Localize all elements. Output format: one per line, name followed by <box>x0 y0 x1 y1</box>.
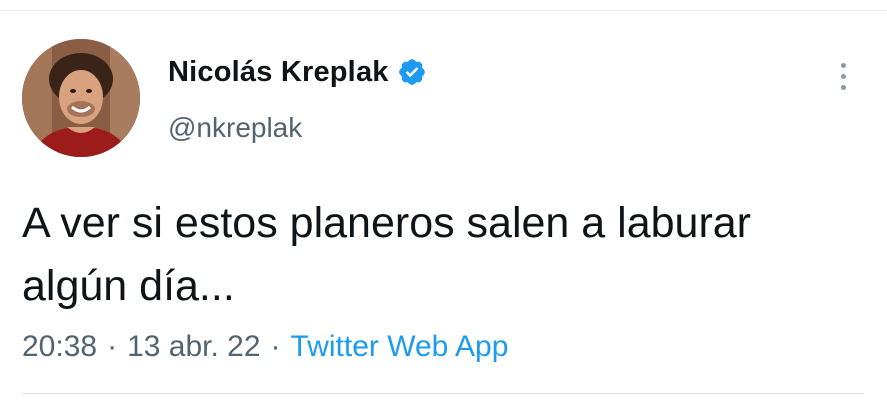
separator: · <box>107 330 118 363</box>
avatar-photo <box>22 39 140 157</box>
separator: · <box>270 330 281 363</box>
more-vertical-icon[interactable] <box>830 56 856 96</box>
tweet-time[interactable]: 20:38 <box>22 330 97 364</box>
verified-badge-icon <box>397 57 427 87</box>
display-name[interactable]: Nicolás Kreplak <box>168 56 389 89</box>
tweet-meta: 20:38 · 13 abr. 22 · Twitter Web App <box>22 328 508 366</box>
bottom-divider <box>22 393 864 394</box>
tweet-text: A ver si estos planeros salen a laburar … <box>22 192 872 318</box>
tweet-date[interactable]: 13 abr. 22 <box>127 330 260 364</box>
top-divider <box>0 10 887 11</box>
tweet-text-line-2: algún día... <box>22 262 235 310</box>
avatar[interactable] <box>22 39 140 157</box>
author-name-row: Nicolás Kreplak <box>168 52 427 92</box>
tweet-source-link[interactable]: Twitter Web App <box>291 330 509 364</box>
user-handle[interactable]: @nkreplak <box>168 112 302 144</box>
tweet-text-line-1: A ver si estos planeros salen a laburar <box>22 199 752 247</box>
